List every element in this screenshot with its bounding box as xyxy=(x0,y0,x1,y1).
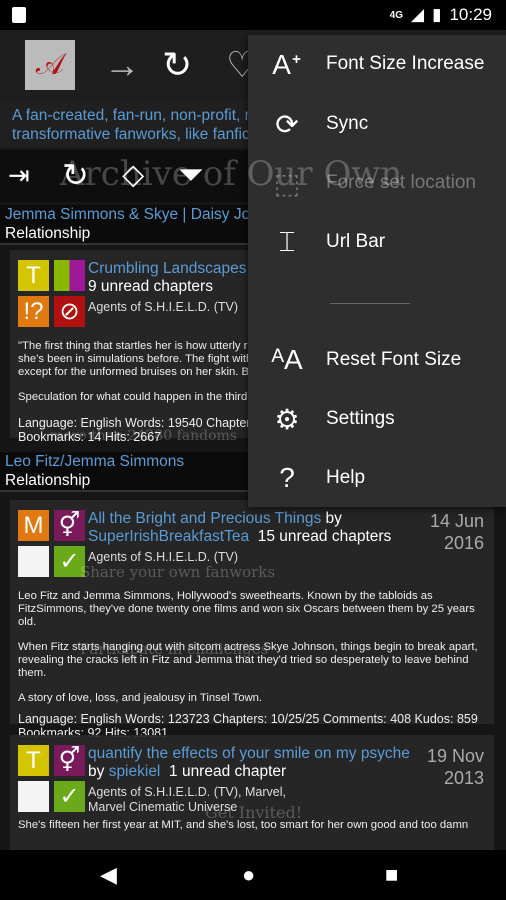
category-fm-icon: ⚥ xyxy=(54,510,85,541)
sd-card-icon xyxy=(12,7,26,23)
complete-icon: ✓ xyxy=(54,546,85,577)
work-title[interactable]: Crumbling Landscapes xyxy=(88,260,247,277)
gear-icon: ⚙ xyxy=(274,403,300,435)
menu-item-font-size-increase[interactable]: Aᐩ Font Size Increase xyxy=(248,36,506,92)
work-badges: T ⚥ ✓ xyxy=(18,745,88,815)
reset-font-icon: ᴬA xyxy=(271,344,303,375)
work-date: 19 Nov 2013 xyxy=(426,746,484,788)
rating-teen-icon: T xyxy=(18,745,49,776)
menu-item-reset-font-size[interactable]: ᴬA Reset Font Size xyxy=(248,332,506,388)
warning-none-icon: ⊘ xyxy=(54,296,85,327)
warning-unknown-icon: !? xyxy=(18,296,49,327)
url-bar-icon: ⌶ xyxy=(278,225,296,257)
rating-mature-icon: M xyxy=(18,510,49,541)
location-icon: ⬚ xyxy=(273,167,301,199)
ao3-logo[interactable]: 𝒜 xyxy=(25,40,75,90)
menu-item-help[interactable]: ? Help xyxy=(248,450,506,506)
network-label: 4G xyxy=(389,9,404,21)
sync-icon: ⟳ xyxy=(275,108,299,140)
menu-item-sync[interactable]: ⟳ Sync xyxy=(248,96,506,152)
no-warning-icon xyxy=(18,546,49,577)
category-multi-icon xyxy=(54,260,85,291)
rating-teen-icon: T xyxy=(18,260,49,291)
font-size-increase-icon: Aᐩ xyxy=(272,48,302,80)
work-badges: M ⚥ ✓ xyxy=(18,510,88,580)
back-icon[interactable]: ◀ xyxy=(100,862,117,888)
signal-icon: ◢ xyxy=(411,5,425,24)
fandom: Agents of S.H.I.E.L.D. (TV) xyxy=(88,550,239,564)
work-summary: Leo Fitz and Jemma Simmons, Hollywood's … xyxy=(18,590,478,704)
work-title[interactable]: quantify the effects of your smile on my… xyxy=(88,745,410,762)
menu-item-url-bar[interactable]: ⌶ Url Bar xyxy=(248,214,506,270)
work-card[interactable]: M ⚥ ✓ All the Bright and Precious Things… xyxy=(10,500,494,740)
work-badges: T !? ⊘ xyxy=(18,260,88,330)
tag-icon[interactable]: ⬦ xyxy=(122,156,144,194)
status-bar: 4G ◢ ▮ 10:29 xyxy=(0,0,506,30)
menu-item-force-set-location: ⬚ Force set location xyxy=(248,155,506,211)
home-icon[interactable]: ● xyxy=(242,862,255,888)
fandom: Agents of S.H.I.E.L.D. (TV), Marvel, Marv… xyxy=(88,785,286,814)
unread-count: 1 unread chapter xyxy=(169,763,287,780)
menu-item-settings[interactable]: ⚙ Settings xyxy=(248,391,506,447)
unread-count: 9 unread chapters xyxy=(88,278,213,295)
help-icon: ? xyxy=(279,462,295,493)
work-heading: All the Bright and Precious Things by Su… xyxy=(88,510,486,582)
unread-count: 15 unread chapters xyxy=(257,528,392,545)
forward-arrow-icon[interactable]: → xyxy=(104,44,140,86)
filter-icon[interactable]: ⏷ xyxy=(178,156,204,194)
recents-icon[interactable]: ■ xyxy=(385,862,398,888)
author-link[interactable]: spiekiel xyxy=(109,763,161,780)
indent-icon[interactable]: ⇥ xyxy=(8,160,30,191)
overflow-menu: Aᐩ Font Size Increase ⟳ Sync ⬚ Force set lo… xyxy=(248,35,506,507)
work-summary: She's fifteen her first year at MIT, and… xyxy=(18,819,469,831)
work-date: 14 Jun 2016 xyxy=(429,511,484,553)
menu-divider xyxy=(330,303,410,304)
refresh-icon[interactable]: ↻ xyxy=(162,44,192,86)
work-card[interactable]: T ⚥ ✓ quantify the effects of your smile… xyxy=(10,735,494,850)
battery-icon: ▮ xyxy=(432,5,442,24)
clock: 10:29 xyxy=(449,5,492,24)
refresh-icon[interactable]: ↻ xyxy=(62,156,89,194)
work-title[interactable]: All the Bright and Precious Things xyxy=(88,510,321,527)
android-nav-bar: ◀ ● ■ xyxy=(0,850,506,900)
category-fm-icon: ⚥ xyxy=(54,745,85,776)
complete-icon: ✓ xyxy=(54,781,85,812)
no-warning-icon xyxy=(18,781,49,812)
author-link[interactable]: SuperIrishBreakfastTea xyxy=(88,528,249,545)
